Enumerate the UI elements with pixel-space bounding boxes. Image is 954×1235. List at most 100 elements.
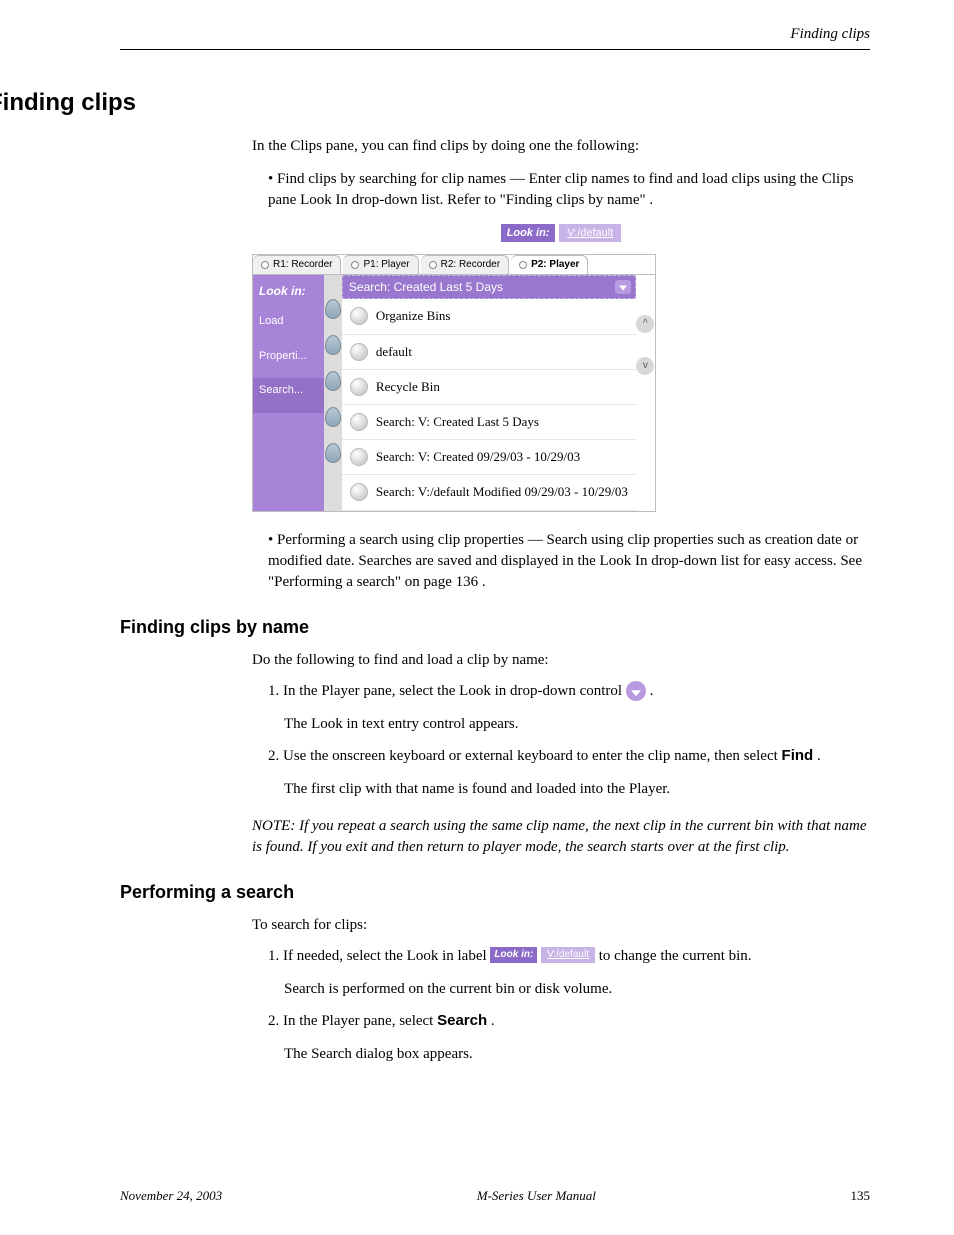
section-title-finding-clips: Finding clips (0, 86, 870, 120)
bullet2-tail: . (482, 574, 486, 590)
intro-text: In the Clips pane, you can find clips by… (252, 136, 870, 157)
step-2-result: The first clip with that name is found a… (284, 779, 870, 800)
bullet1-link: "Finding clips by name" (500, 192, 646, 208)
search-button-label: Search (437, 1012, 487, 1029)
clips-pane-figure: R1: Recorder P1: Player R2: Recorder P2:… (252, 254, 870, 512)
page-footer: November 24, 2003 M-Series User Manual 1… (120, 1187, 870, 1205)
radio-icon (351, 261, 359, 269)
note-text: If you repeat a search using the same cl… (252, 818, 866, 855)
bullet2-link: "Performing a search" on page 136 (268, 574, 478, 590)
search-step-2: 2. In the Player pane, select Search . (268, 1010, 870, 1032)
top-rule (120, 49, 870, 50)
item-label: Search: V:/default Modified 09/29/03 - 1… (376, 483, 628, 501)
list-item[interactable]: Search: V:/default Modified 09/29/03 - 1… (342, 475, 636, 510)
list-item[interactable]: Search: V: Created 09/29/03 - 10/29/03 (342, 440, 636, 475)
lookin-badge-inline[interactable]: Look in: V:/default (490, 947, 595, 965)
tab-label: R2: Recorder (441, 258, 500, 272)
item-label: Search: V: Created Last 5 Days (376, 413, 539, 431)
tab-label: P1: Player (363, 258, 409, 272)
footer-date: November 24, 2003 (120, 1187, 222, 1205)
bullet1-tail: . (649, 192, 653, 208)
radio-icon (261, 261, 269, 269)
step-1-result: The Look in text entry control appears. (284, 714, 870, 735)
note-block: NOTE: If you repeat a search using the s… (252, 816, 870, 858)
step-1-num: 1. (268, 683, 279, 699)
tab-p1-player[interactable]: P1: Player (343, 255, 418, 274)
lookin-value: V:/default (541, 947, 595, 963)
sidebar-properties-button[interactable]: Properti... (253, 344, 324, 378)
step-2-num: 2. (268, 748, 279, 764)
performing-search-intro: To search for clips: (252, 915, 870, 936)
lookin-value: V:/default (559, 224, 621, 242)
dropdown-icon[interactable] (626, 681, 646, 701)
search-step-2-num: 2. (268, 1013, 279, 1029)
tab-r2-recorder[interactable]: R2: Recorder (421, 255, 509, 274)
finding-by-name-intro: Do the following to find and load a clip… (252, 650, 870, 671)
clips-sidebar: Look in: Load Properti... Search... (253, 275, 324, 511)
scrollbar[interactable] (636, 275, 655, 511)
lookin-dropdown-text: Search: Created Last 5 Days (349, 280, 503, 294)
running-head: Finding clips (120, 24, 870, 45)
item-icon (350, 448, 368, 466)
search-step-2-tail: . (491, 1013, 495, 1029)
scroll-down-icon[interactable] (636, 357, 654, 375)
step-2-text: Use the onscreen keyboard or external ke… (283, 748, 782, 764)
search-step-2-text: In the Player pane, select (283, 1013, 437, 1029)
channel-tabs: R1: Recorder P1: Player R2: Recorder P2:… (253, 255, 655, 275)
tab-p2-player[interactable]: P2: Player (511, 255, 588, 274)
tab-r1-recorder[interactable]: R1: Recorder (253, 255, 341, 274)
lookin-dropdown-header[interactable]: Search: Created Last 5 Days (342, 275, 636, 300)
item-icon (350, 343, 368, 361)
lookin-label: Look in: (490, 947, 537, 963)
list-item[interactable]: Search: V: Created Last 5 Days (342, 405, 636, 440)
sidebar-lookin-label: Look in: (253, 279, 324, 310)
scroll-up-icon[interactable] (636, 315, 654, 333)
search-step-1-text: If needed, select the Look in label (283, 948, 490, 964)
item-label: Search: V: Created 09/29/03 - 10/29/03 (376, 448, 580, 466)
radio-icon (429, 261, 437, 269)
bin-icon (325, 407, 341, 427)
lookin-label: Look in: (501, 224, 556, 242)
item-icon (350, 413, 368, 431)
bin-icon (325, 335, 341, 355)
bullet-find-by-name: • Find clips by searching for clip names… (268, 169, 870, 211)
footer-page-number: 135 (851, 1187, 871, 1205)
item-label: default (376, 343, 412, 361)
bin-icon-column (324, 275, 341, 511)
step-2-tail: . (817, 748, 821, 764)
lookin-badge-top[interactable]: Look in: V:/default (501, 224, 622, 242)
tab-label: R1: Recorder (273, 258, 332, 272)
list-item[interactable]: Organize Bins (342, 299, 636, 334)
list-item[interactable]: default (342, 335, 636, 370)
search-step-1: 1. If needed, select the Look in label L… (268, 946, 870, 967)
footer-manual: M-Series User Manual (477, 1187, 596, 1205)
sidebar-load-button[interactable]: Load (253, 309, 324, 343)
bin-icon (325, 299, 341, 319)
subsection-title-finding-by-name: Finding clips by name (120, 615, 870, 640)
find-button-label: Find (782, 747, 814, 764)
sidebar-search-button[interactable]: Search... (253, 378, 324, 412)
chevron-down-icon[interactable] (615, 280, 631, 294)
bullet-perform-search: • Performing a search using clip propert… (268, 530, 870, 593)
step-1-tail: . (650, 683, 654, 699)
radio-icon (519, 261, 527, 269)
search-step-1-tail: to change the current bin. (599, 948, 752, 964)
bullet2-text: • Performing a search using clip propert… (268, 532, 862, 569)
lookin-dropdown-list: Organize Bins default Recycle Bin Search… (342, 299, 636, 510)
item-icon (350, 483, 368, 501)
tab-label: P2: Player (531, 258, 579, 272)
search-step-1-result: Search is performed on the current bin o… (284, 979, 870, 1000)
item-label: Recycle Bin (376, 378, 440, 396)
bin-icon (325, 371, 341, 391)
item-label: Organize Bins (376, 307, 451, 325)
search-step-1-num: 1. (268, 948, 279, 964)
step-1: 1. In the Player pane, select the Look i… (268, 681, 870, 702)
bin-icon (325, 443, 341, 463)
list-item[interactable]: Recycle Bin (342, 370, 636, 405)
search-step-2-result: The Search dialog box appears. (284, 1044, 870, 1065)
item-icon (350, 307, 368, 325)
step-2: 2. Use the onscreen keyboard or external… (268, 745, 870, 767)
note-label: NOTE: (252, 818, 299, 834)
step-1-text: In the Player pane, select the Look in d… (283, 683, 626, 699)
item-icon (350, 378, 368, 396)
